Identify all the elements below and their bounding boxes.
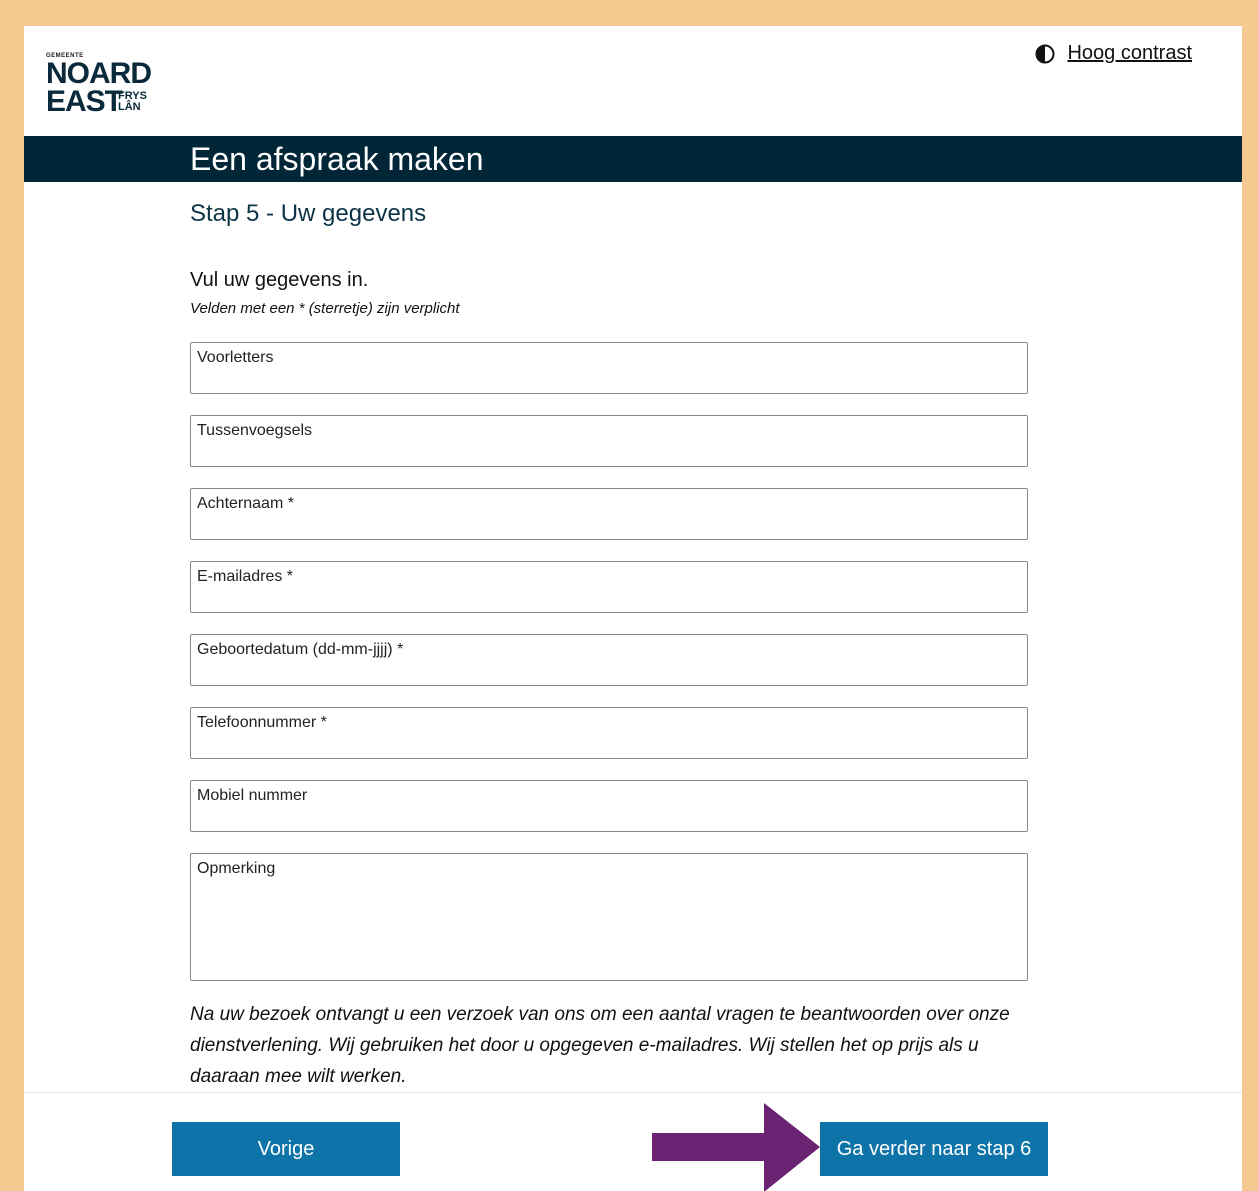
mobile-field[interactable]: Mobiel nummer bbox=[190, 780, 1028, 832]
initials-label: Voorletters bbox=[197, 349, 274, 366]
contrast-icon bbox=[1035, 44, 1055, 63]
last-name-label: Achternaam * bbox=[197, 495, 294, 512]
email-field[interactable]: E-mailadres * bbox=[190, 561, 1028, 613]
high-contrast-toggle[interactable]: Hoog contrast bbox=[1035, 42, 1192, 65]
high-contrast-link[interactable]: Hoog contrast bbox=[1067, 42, 1192, 65]
remark-textarea[interactable]: Opmerking bbox=[190, 853, 1028, 981]
birthdate-label: Geboortedatum (dd-mm-jjjj) * bbox=[197, 641, 404, 658]
remark-label: Opmerking bbox=[197, 860, 276, 877]
email-label: E-mailadres * bbox=[197, 568, 294, 585]
last-name-field[interactable]: Achternaam * bbox=[190, 488, 1028, 540]
phone-field[interactable]: Telefoonnummer * bbox=[190, 707, 1028, 759]
logo-line3: FRYS LÂN bbox=[118, 91, 147, 113]
page-title: Een afspraak maken bbox=[190, 141, 484, 177]
survey-footnote: Na uw bezoek ontvangt u een verzoek van … bbox=[190, 1004, 1010, 1087]
infix-field[interactable]: Tussenvoegsels bbox=[190, 415, 1028, 467]
form-intro: Vul uw gegevens in. bbox=[190, 269, 369, 291]
arrow-pointer-icon bbox=[652, 1103, 820, 1191]
phone-label: Telefoonnummer * bbox=[197, 714, 327, 731]
municipality-logo[interactable]: GEMEENTE NOARD EAST FRYS LÂN bbox=[46, 51, 166, 121]
page-frame: GEMEENTE NOARD EAST FRYS LÂN Hoog contra… bbox=[24, 26, 1242, 1191]
initials-field[interactable]: Voorletters bbox=[190, 342, 1028, 394]
next-step-button[interactable]: Ga verder naar stap 6 bbox=[820, 1122, 1048, 1176]
navigation-bar: Vorige Ga verder naar stap 6 bbox=[24, 1092, 1242, 1191]
logo-line2: EAST bbox=[46, 85, 123, 118]
birthdate-field[interactable]: Geboortedatum (dd-mm-jjjj) * bbox=[190, 634, 1028, 686]
previous-button[interactable]: Vorige bbox=[172, 1122, 400, 1176]
mobile-label: Mobiel nummer bbox=[197, 787, 308, 804]
required-note: Velden met een * (sterretje) zijn verpli… bbox=[190, 300, 460, 317]
title-banner: Een afspraak maken bbox=[24, 136, 1242, 182]
logo-line3b: LÂN bbox=[118, 101, 141, 113]
infix-label: Tussenvoegsels bbox=[197, 422, 313, 439]
step-title: Stap 5 - Uw gegevens bbox=[190, 200, 427, 227]
